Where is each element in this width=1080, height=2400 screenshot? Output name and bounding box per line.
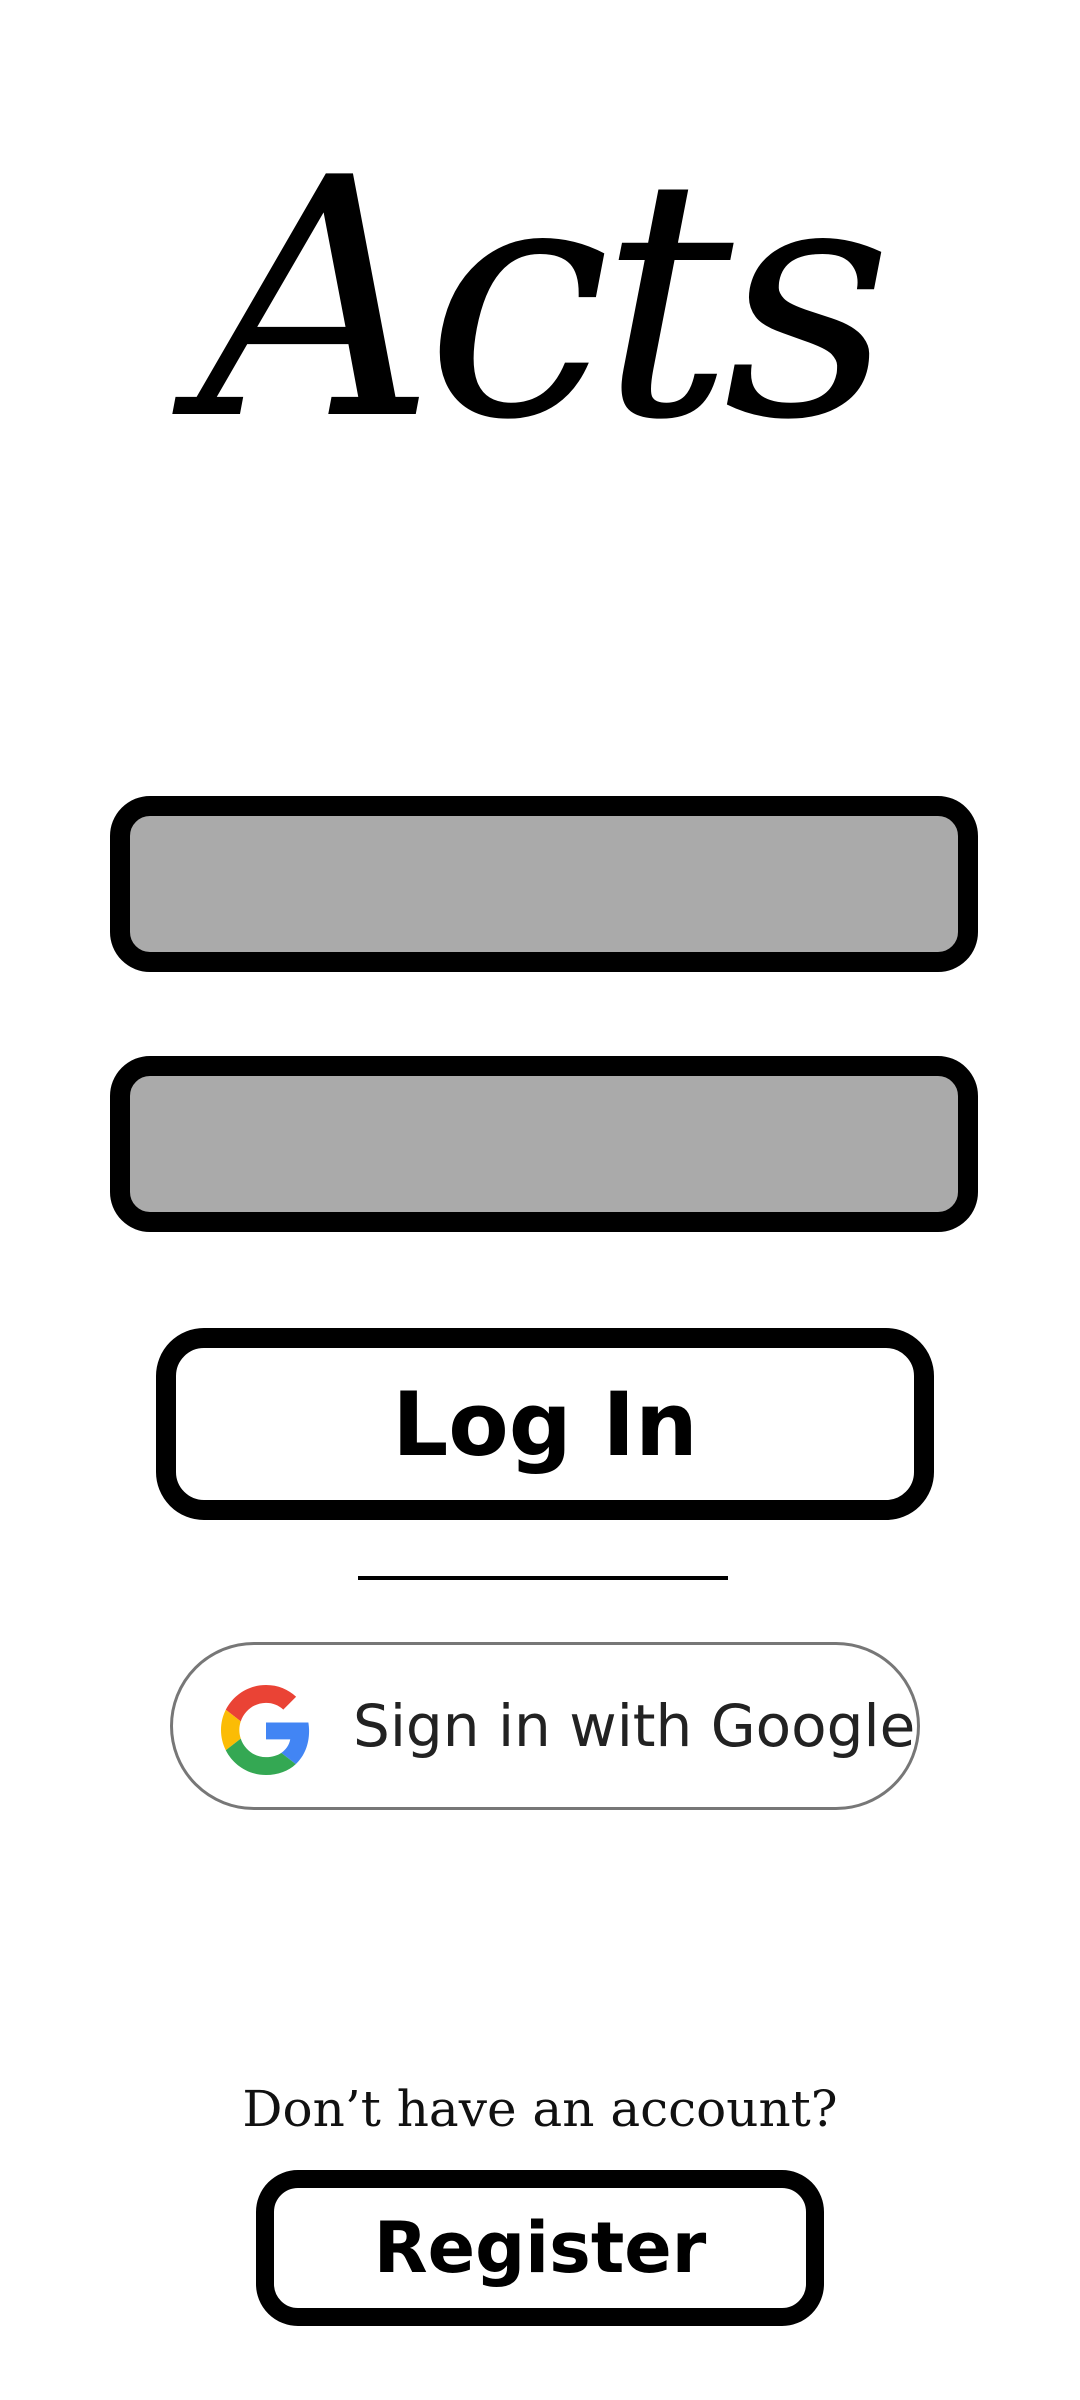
google-signin-label: Sign in with Google [353,1692,916,1760]
login-button[interactable]: Log In [156,1328,934,1520]
password-input[interactable] [130,1076,958,1212]
google-g-icon [221,1685,310,1775]
password-field[interactable] [110,1056,978,1232]
no-account-prompt: Don’t have an account? [242,2080,838,2138]
register-button[interactable]: Register [256,2170,824,2326]
divider [358,1576,728,1580]
app-logo: Acts [197,108,892,492]
google-signin-button[interactable]: Sign in with Google [170,1642,920,1810]
username-input[interactable] [130,816,958,952]
username-field[interactable] [110,796,978,972]
